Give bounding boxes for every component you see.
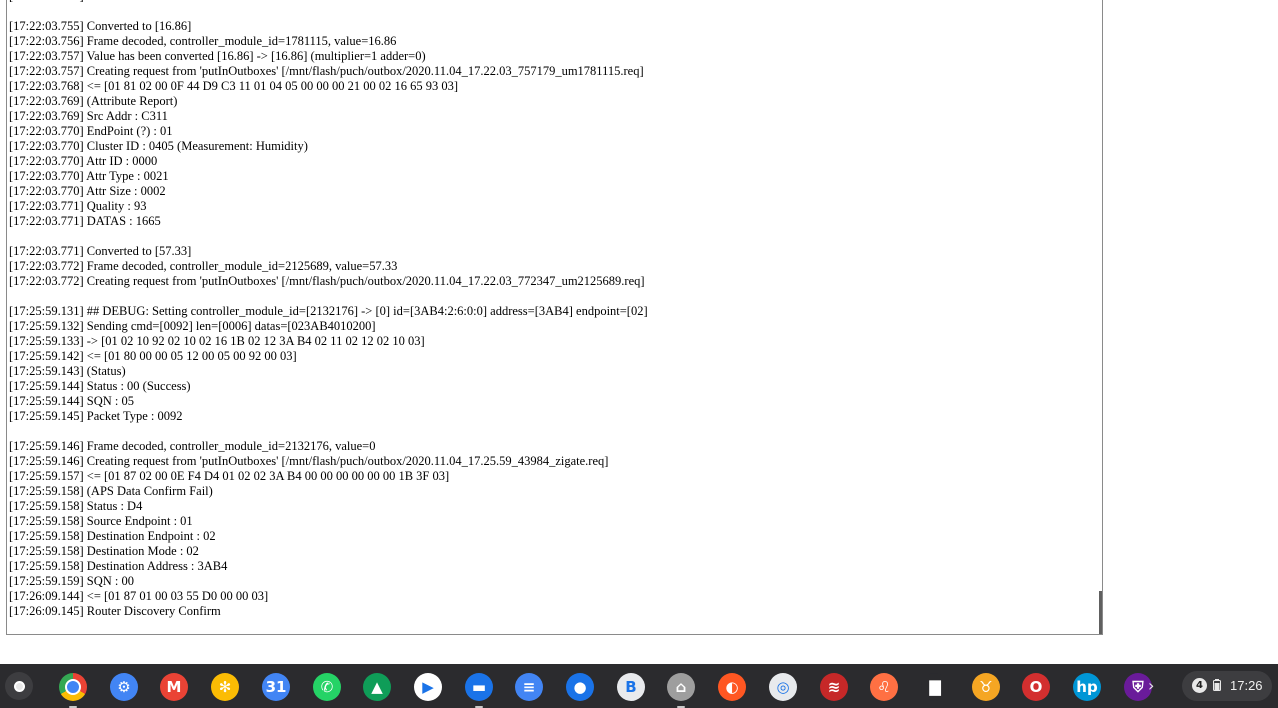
log-line: [17:25:59.158] Destination Address : 3AB… <box>9 559 228 573</box>
shelf-app-google-calendar[interactable]: 31 <box>261 672 291 702</box>
log-line: [17:22:03.768] <= [01 81 02 00 0F 44 D9 … <box>9 79 459 93</box>
shelf-app-home-assistant[interactable]: ⌂ <box>666 672 696 708</box>
shelf-app-lion-app[interactable]: ♌ <box>869 672 899 702</box>
shelf-app-google-play[interactable]: ▶ <box>413 672 443 702</box>
log-window[interactable]: [17:22:03.755] Datas : 1c38[17:22:03.755… <box>6 0 1103 635</box>
shelf-app-bitwarden[interactable]: B <box>616 672 646 702</box>
log-line: [17:22:03.769] (Attribute Report) <box>9 94 178 108</box>
log-line: [17:25:59.146] Frame decoded, controller… <box>9 439 376 453</box>
opera-icon: O <box>1022 673 1050 701</box>
deezer-icon: ▇ <box>921 673 949 701</box>
log-line: [17:25:59.159] SQN : 00 <box>9 574 134 588</box>
google-calendar-icon: 31 <box>262 673 290 701</box>
shelf-app-opera[interactable]: O <box>1021 672 1051 702</box>
shelf-app-google-docs[interactable]: ≡ <box>514 672 544 702</box>
log-line: [17:25:59.143] (Status) <box>9 364 126 378</box>
lion-app-icon: ♌ <box>870 673 898 701</box>
log-line: [17:22:03.771] DATAS : 1665 <box>9 214 161 228</box>
log-line: [17:22:03.772] Creating request from 'pu… <box>9 274 645 288</box>
hp-icon: hp <box>1073 673 1101 701</box>
log-line: [17:25:59.144] SQN : 05 <box>9 394 134 408</box>
log-line: [17:25:59.146] Creating request from 'pu… <box>9 454 609 468</box>
google-docs-icon: ≡ <box>515 673 543 701</box>
log-line: [17:22:03.756] Frame decoded, controller… <box>9 34 397 48</box>
log-line: [17:22:03.770] Attr ID : 0000 <box>9 154 158 168</box>
log-line: [17:22:03.769] Src Addr : C311 <box>9 109 168 123</box>
log-blank-line <box>9 424 648 439</box>
log-line: [17:22:03.757] Value has been converted … <box>9 49 426 63</box>
firefox-icon: ◐ <box>718 673 746 701</box>
log-line: [17:22:03.771] Quality : 93 <box>9 199 147 213</box>
log-line: [17:25:59.131] ## DEBUG: Setting control… <box>9 304 648 318</box>
log-line: [17:26:09.144] <= [01 87 01 00 03 55 D0 … <box>9 589 269 603</box>
notification-count-badge[interactable]: 4 <box>1192 678 1207 693</box>
log-text: [17:22:03.755] Datas : 1c38[17:22:03.755… <box>9 0 648 619</box>
gmail-icon: M <box>160 673 188 701</box>
log-line: [17:25:59.158] Destination Mode : 02 <box>9 544 199 558</box>
log-line: [17:22:03.757] Creating request from 'pu… <box>9 64 644 78</box>
launcher-button[interactable] <box>5 672 33 700</box>
google-drive-icon: ▲ <box>363 673 391 701</box>
camera-app-icon: ◎ <box>769 673 797 701</box>
chrome-settings-icon: ⚙ <box>110 673 138 701</box>
log-line: [17:22:03.770] Attr Size : 0002 <box>9 184 166 198</box>
shelf-app-camera-app[interactable]: ◎ <box>768 672 798 702</box>
shelf-app-firefox[interactable]: ◐ <box>717 672 747 702</box>
home-assistant-icon: ⌂ <box>667 673 695 701</box>
shelf-app-hp[interactable]: hp <box>1072 672 1102 702</box>
chrome-icon <box>59 673 87 701</box>
files-icon: ▬ <box>465 673 493 701</box>
log-line: [17:25:59.144] Status : 00 (Success) <box>9 379 191 393</box>
log-line: [17:25:59.142] <= [01 80 00 00 05 12 00 … <box>9 349 297 363</box>
shelf-app-google-drive[interactable]: ▲ <box>362 672 392 702</box>
shelf-app-deezer[interactable]: ▇ <box>920 672 950 702</box>
google-photos-icon: ✻ <box>211 673 239 701</box>
log-line: [17:22:03.771] Converted to [57.33] <box>9 244 192 258</box>
log-line: [17:22:03.770] Attr Type : 0021 <box>9 169 169 183</box>
contacts-icon: ● <box>566 673 594 701</box>
log-line: [17:22:03.772] Frame decoded, controller… <box>9 259 398 273</box>
log-line: [17:26:09.145] Router Discovery Confirm <box>9 604 221 618</box>
log-line: [17:25:59.158] Status : D4 <box>9 499 143 513</box>
shelf-app-news-app[interactable]: ≋ <box>819 672 849 702</box>
whatsapp-icon: ✆ <box>313 673 341 701</box>
shelf-app-chrome[interactable] <box>58 672 88 708</box>
shelf-app-whatsapp[interactable]: ✆ <box>312 672 342 702</box>
shelf-app-chrome-settings[interactable]: ⚙ <box>109 672 139 702</box>
shelf-app-piggy-bank[interactable]: ♉ <box>971 672 1001 702</box>
log-line: [17:25:59.158] Source Endpoint : 01 <box>9 514 193 528</box>
bitwarden-icon: B <box>617 673 645 701</box>
log-line: [17:25:59.145] Packet Type : 0092 <box>9 409 183 423</box>
google-play-icon: ▶ <box>414 673 442 701</box>
shelf: ⚙ M ✻ 31 ✆ ▲ ▶ ▬ ≡ ● B ⌂ ◐ ◎ ≋ ♌ ▇ ♉ Ohp ⛨ › 4 17:26 <box>0 664 1278 708</box>
log-line: [17:25:59.132] Sending cmd=[0092] len=[0… <box>9 319 376 333</box>
shelf-app-gmail[interactable]: M <box>159 672 189 702</box>
log-blank-line <box>9 4 648 19</box>
piggy-bank-icon: ♉ <box>972 673 1000 701</box>
log-line: [17:25:59.158] (APS Data Confirm Fail) <box>9 484 213 498</box>
log-blank-line <box>9 229 648 244</box>
news-app-icon: ≋ <box>820 673 848 701</box>
log-blank-line <box>9 289 648 304</box>
clock: 17:26 <box>1230 678 1263 693</box>
shelf-app-google-photos[interactable]: ✻ <box>210 672 240 702</box>
status-tray[interactable]: 4 17:26 <box>1182 671 1272 701</box>
chevron-right-icon[interactable]: › <box>1148 676 1154 695</box>
log-line: [17:22:03.755] Converted to [16.86] <box>9 19 192 33</box>
shelf-app-contacts[interactable]: ● <box>565 672 595 702</box>
launcher-icon <box>13 680 25 692</box>
log-line: [17:25:59.158] Destination Endpoint : 02 <box>9 529 216 543</box>
log-line: [17:25:59.133] -> [01 02 10 92 02 10 02 … <box>9 334 425 348</box>
log-line: [17:25:59.157] <= [01 87 02 00 0E F4 D4 … <box>9 469 450 483</box>
scrollbar-thumb[interactable] <box>1099 591 1102 634</box>
shelf-app-files[interactable]: ▬ <box>464 672 494 708</box>
log-line: [17:22:03.770] Cluster ID : 0405 (Measur… <box>9 139 308 153</box>
log-line: [17:22:03.770] EndPoint (?) : 01 <box>9 124 173 138</box>
battery-icon <box>1213 679 1221 691</box>
